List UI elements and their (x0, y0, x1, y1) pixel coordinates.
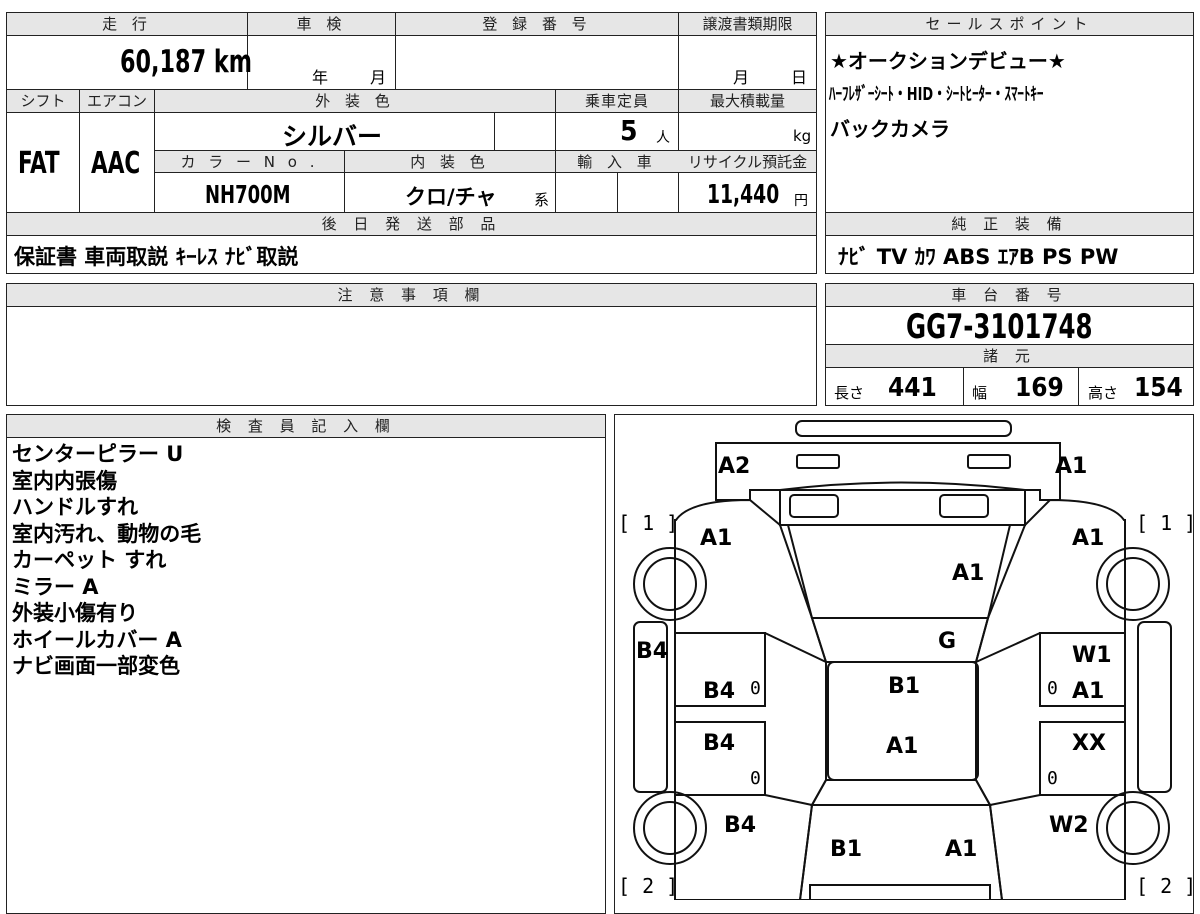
tire-front-left: [ 2 ] (618, 874, 678, 898)
mark-right-corner-rear: A1 (1072, 526, 1104, 551)
mark-right-door-front: XX (1072, 731, 1106, 756)
zero-mark: 0 (1047, 768, 1058, 789)
mark-left-door-front: B4 (703, 731, 735, 756)
zero-mark: 0 (750, 768, 761, 789)
mark-rear-left: A2 (718, 454, 750, 479)
mark-rear-glass: G (938, 629, 956, 654)
mark-rear-right: A1 (1055, 454, 1087, 479)
mark-right-door-rear-a: A1 (1072, 679, 1104, 704)
mark-trunk: A1 (952, 561, 984, 586)
zero-mark: 0 (750, 678, 761, 699)
mark-roof-2: A1 (886, 734, 918, 759)
tire-front-right: [ 2 ] (1136, 874, 1196, 898)
vehicle-diagram: A2 A1 A1 A1 A1 G B4 B4 W1 A1 B1 A1 B4 XX… (618, 420, 1196, 900)
mark-left-bpillar: B4 (636, 639, 668, 664)
tire-rear-right: [ 1 ] (1136, 511, 1196, 535)
zero-mark: 0 (1047, 678, 1058, 699)
mark-hood-left: B1 (830, 837, 862, 862)
mark-left-door-rear: B4 (703, 679, 735, 704)
mark-hood-right: A1 (945, 837, 977, 862)
mark-right-fender: W2 (1049, 813, 1089, 838)
mark-roof: B1 (888, 674, 920, 699)
tire-rear-left: [ 1 ] (618, 511, 678, 535)
mark-left-corner-rear: A1 (700, 526, 732, 551)
mark-right-door-rear-w: W1 (1072, 643, 1112, 668)
mark-left-fender: B4 (724, 813, 756, 838)
